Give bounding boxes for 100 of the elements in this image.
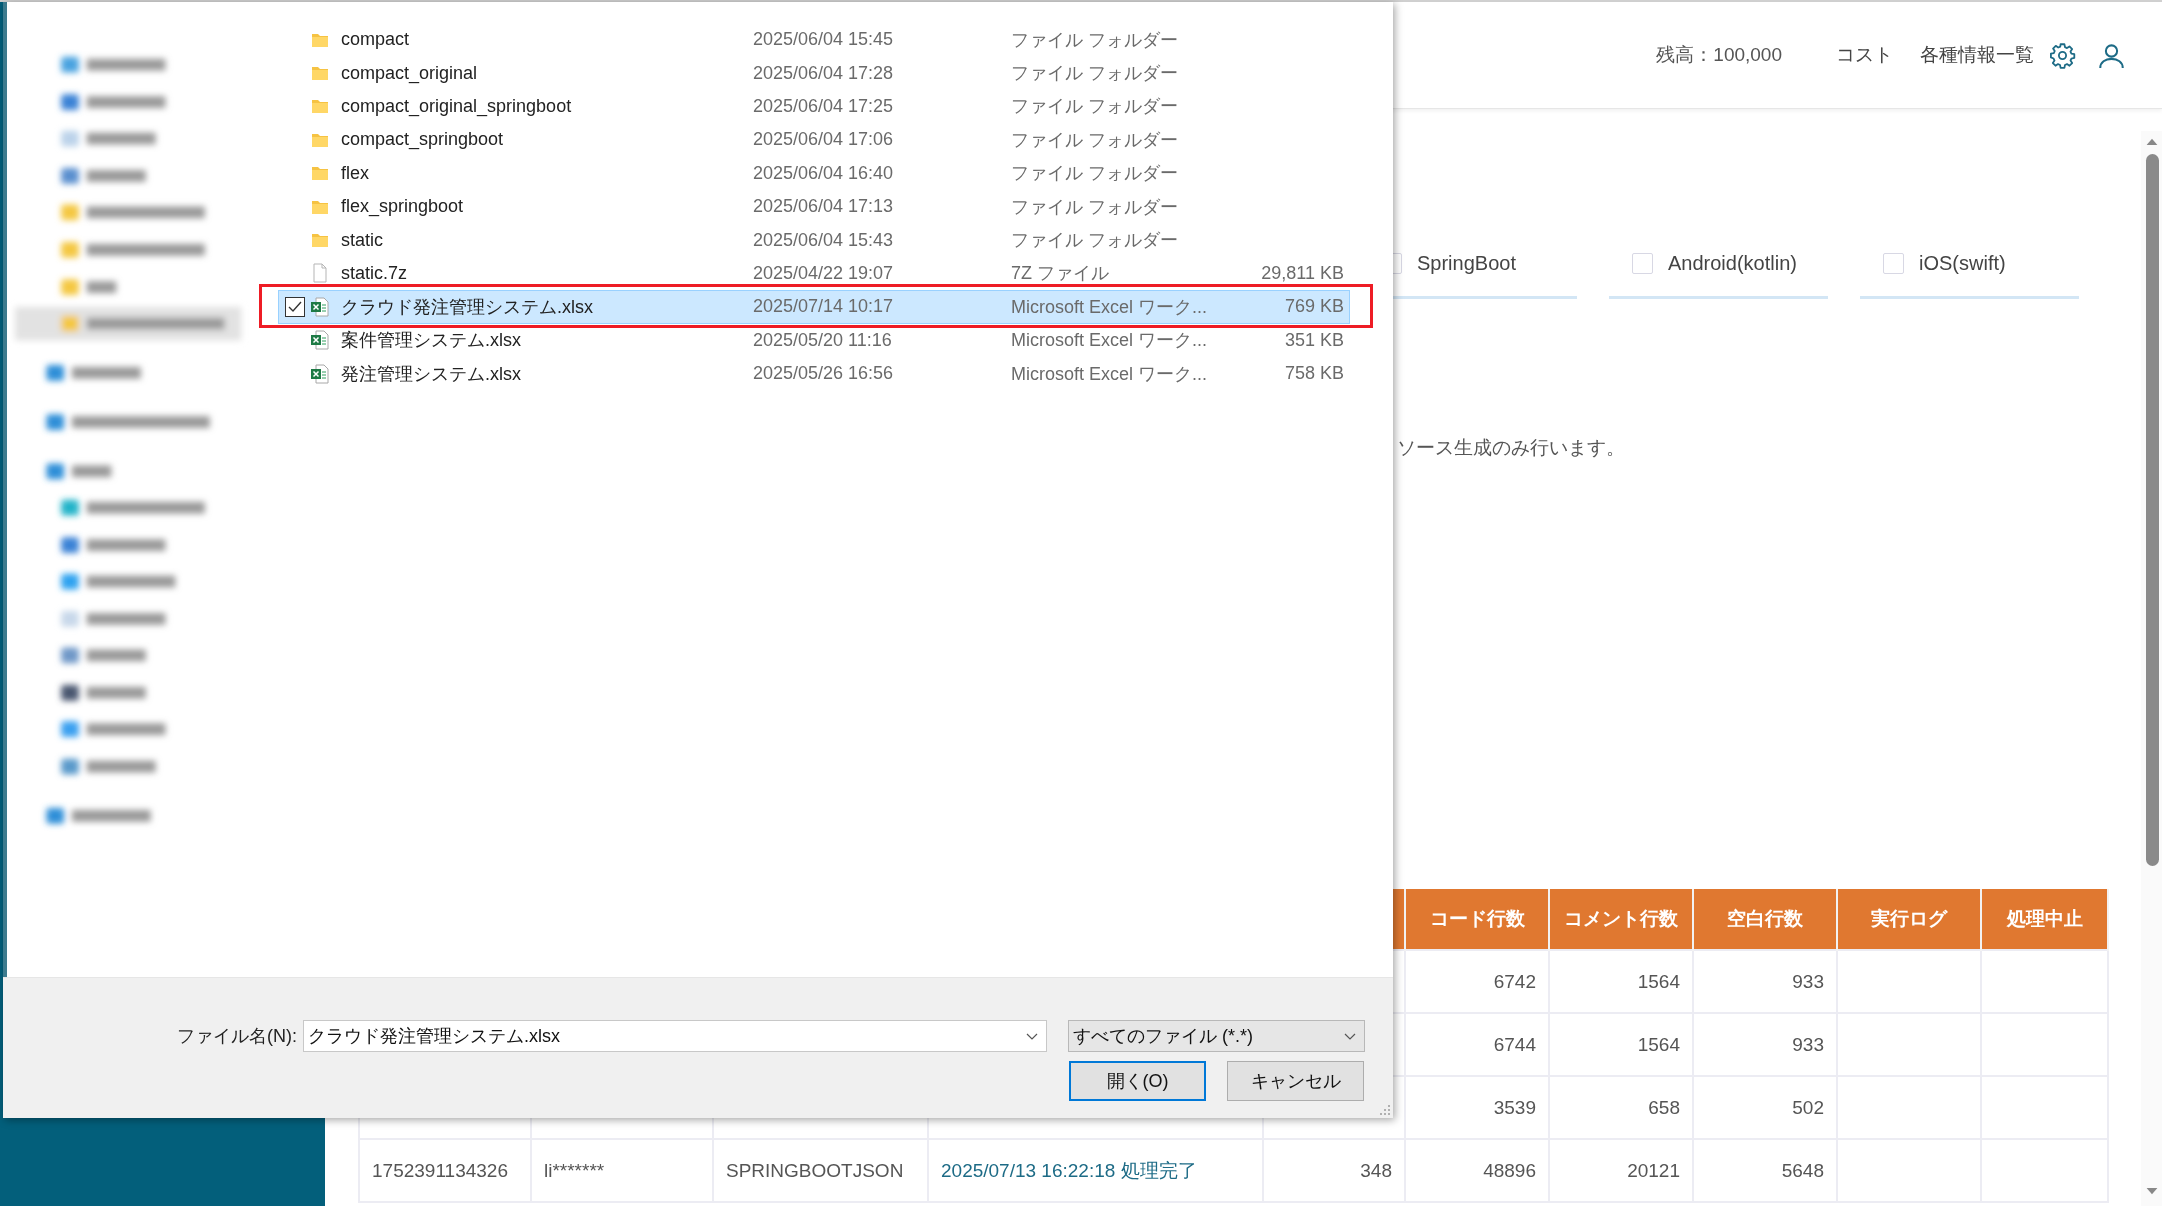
- table-cell: 933: [1693, 950, 1837, 1013]
- scrollbar[interactable]: [2141, 131, 2162, 1206]
- file-type: Microsoft Excel ワーク...: [1011, 329, 1209, 353]
- file-type: ファイル フォルダー: [1011, 128, 1179, 152]
- spreadsheet-file-icon: [310, 296, 330, 317]
- file-size: 769 KB: [1283, 296, 1345, 318]
- modified-date: 2025/06/04 15:43: [753, 229, 895, 251]
- file-type: ファイル フォルダー: [1011, 28, 1179, 52]
- table-cell: SPRINGBOOTJSON: [713, 1139, 928, 1202]
- column-header: コメント行数: [1549, 889, 1693, 950]
- file-row[interactable]: クラウド発注管理システム.xlsx 2025/07/14 10:17 Microsoft Excel ワーク... 769 KB: [278, 290, 1350, 324]
- status-link[interactable]: 2025/07/13 16:22:18 処理完了: [928, 1139, 1263, 1202]
- scroll-up-icon[interactable]: [2145, 137, 2159, 146]
- file-type: ファイル フォルダー: [1011, 195, 1179, 219]
- file-name: flex: [341, 162, 370, 184]
- file-type: 7Z ファイル: [1011, 262, 1110, 286]
- option-label: iOS(swift): [1919, 252, 2006, 275]
- file-name: 発注管理システム.xlsx: [341, 362, 522, 386]
- file-row[interactable]: compact_original_springboot 2025/06/04 17:25 ファイル フォルダー: [278, 89, 1350, 124]
- column-header: 実行ログ: [1837, 889, 1981, 950]
- modified-date: 2025/06/04 17:25: [753, 95, 895, 117]
- spreadsheet-file-icon: [310, 363, 330, 384]
- file-row[interactable]: 発注管理システム.xlsx 2025/05/26 16:56 Microsoft Excel ワーク... 758 KB: [278, 356, 1350, 391]
- file-name: compact: [341, 29, 411, 51]
- scroll-down-icon[interactable]: [2145, 1187, 2159, 1196]
- file-type: ファイル フォルダー: [1011, 62, 1179, 86]
- file-name: compact_original: [341, 62, 479, 84]
- file-name: クラウド発注管理システム.xlsx: [341, 295, 594, 319]
- table-cell: 1564: [1549, 950, 1693, 1013]
- table-cell: 658: [1549, 1076, 1693, 1139]
- table-cell: 502: [1693, 1076, 1837, 1139]
- column-header: コード行数: [1405, 889, 1549, 950]
- scrollbar-thumb[interactable]: [2145, 154, 2159, 866]
- file-size: 758 KB: [1283, 363, 1345, 385]
- file-type: ファイル フォルダー: [1011, 95, 1179, 119]
- checkbox-checked-icon[interactable]: [285, 296, 305, 317]
- file-type-dropdown[interactable]: すべてのファイル (*.*): [1068, 1020, 1365, 1052]
- file-name: compact_original_springboot: [341, 95, 573, 117]
- file-type: ファイル フォルダー: [1011, 162, 1179, 186]
- table-cell: 48896: [1405, 1139, 1549, 1202]
- file-size: 29,811 KB: [1260, 262, 1345, 284]
- header-link[interactable]: 各種情報一覧: [1920, 42, 2034, 68]
- file-name-field[interactable]: クラウド発注管理システム.xlsx: [303, 1020, 1047, 1052]
- caret-icon[interactable]: [1026, 1032, 1038, 1040]
- file-row[interactable]: flex 2025/06/04 16:40 ファイル フォルダー: [278, 156, 1350, 190]
- file-row[interactable]: static 2025/06/04 15:43 ファイル フォルダー: [278, 223, 1350, 257]
- option-label: SpringBoot: [1417, 252, 1516, 275]
- file-name: compact_springboot: [341, 129, 505, 151]
- modified-date: 2025/06/04 17:06: [753, 129, 895, 151]
- modified-date: 2025/05/20 11:16: [753, 329, 893, 351]
- table-cell: 20121: [1549, 1139, 1693, 1202]
- column-header: 処理中止: [1981, 889, 2108, 950]
- modified-date: 2025/07/14 10:17: [753, 296, 895, 318]
- settings-icon[interactable]: [2049, 41, 2076, 69]
- note-text: ソース生成のみ行います。: [1397, 436, 1626, 460]
- file-type: Microsoft Excel ワーク...: [1011, 295, 1209, 319]
- modified-date: 2025/04/22 19:07: [753, 262, 895, 284]
- cancel-button[interactable]: キャンセル: [1227, 1061, 1364, 1101]
- file-name: static: [341, 229, 384, 251]
- modified-date: 2025/06/04 17:28: [753, 62, 895, 84]
- file-name: 案件管理システム.xlsx: [341, 329, 522, 353]
- balance-text: 残高：100,000: [1656, 43, 1782, 67]
- spreadsheet-file-icon: [310, 330, 330, 351]
- header-link[interactable]: コスト: [1836, 42, 1893, 68]
- table-cell: 348: [1263, 1139, 1405, 1202]
- modified-date: 2025/05/26 16:56: [753, 363, 895, 385]
- table-cell: 6744: [1405, 1013, 1549, 1076]
- caret-icon[interactable]: [1344, 1032, 1356, 1040]
- file-name: flex_springboot: [341, 196, 465, 218]
- file-row[interactable]: 案件管理システム.xlsx 2025/05/20 11:16 Microsoft Excel ワーク... 351 KB: [278, 323, 1350, 357]
- file-row[interactable]: compact_original 2025/06/04 17:28 ファイル フォルダー: [278, 56, 1350, 90]
- file-type: ファイル フォルダー: [1011, 229, 1179, 253]
- modified-date: 2025/06/04 17:13: [753, 196, 895, 218]
- option-item[interactable]: iOS(swift): [1860, 231, 2079, 299]
- file-row[interactable]: compact_springboot 2025/06/04 17:06 ファイル フォルダー: [278, 123, 1350, 157]
- column-header: 空白行数: [1693, 889, 1837, 950]
- modified-date: 2025/06/04 15:45: [753, 29, 895, 51]
- open-button[interactable]: 開く(O): [1069, 1061, 1206, 1101]
- table-cell: 6742: [1405, 950, 1549, 1013]
- table-cell: 1564: [1549, 1013, 1693, 1076]
- table-cell: 3539: [1405, 1076, 1549, 1139]
- option-label: Android(kotlin): [1668, 252, 1797, 275]
- checkbox[interactable]: [1883, 253, 1904, 274]
- file-size: 351 KB: [1283, 329, 1345, 351]
- file-row[interactable]: static.7z 2025/04/22 19:07 7Z ファイル 29,811 KB: [278, 256, 1350, 291]
- checkbox[interactable]: [1632, 253, 1653, 274]
- table-cell: 933: [1693, 1013, 1837, 1076]
- file-name-label: ファイル名(N):: [176, 1025, 297, 1048]
- table-cell: 1752391134326: [359, 1139, 531, 1202]
- modified-date: 2025/06/04 16:40: [753, 162, 895, 184]
- file-type: Microsoft Excel ワーク...: [1011, 362, 1209, 386]
- resize-grip-icon[interactable]: [1380, 1105, 1390, 1115]
- file-row[interactable]: flex_springboot 2025/06/04 17:13 ファイル フォルダー: [278, 189, 1350, 224]
- file-icon: [310, 263, 330, 284]
- file-name: static.7z: [341, 262, 409, 284]
- table-cell: li*******: [531, 1139, 713, 1202]
- user-icon[interactable]: [2098, 41, 2125, 69]
- option-item[interactable]: Android(kotlin): [1609, 231, 1828, 299]
- file-row[interactable]: compact 2025/06/04 15:45 ファイル フォルダー: [278, 23, 1350, 57]
- table-cell: 5648: [1693, 1139, 1837, 1202]
